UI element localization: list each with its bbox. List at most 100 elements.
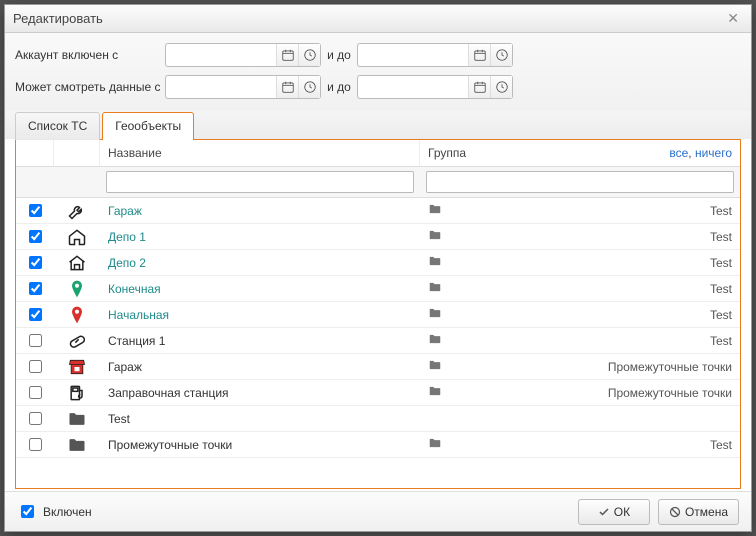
row-name: Заправочная станция bbox=[100, 386, 420, 400]
account-to-group bbox=[357, 43, 513, 67]
row-group: Test bbox=[420, 280, 740, 297]
table-row[interactable]: Промежуточные точкиTest bbox=[16, 432, 740, 458]
account-to-label: и до bbox=[321, 48, 357, 62]
filter-name-input[interactable] bbox=[106, 171, 414, 193]
data-from-input[interactable] bbox=[166, 76, 276, 98]
folder-icon bbox=[428, 358, 442, 375]
table-row[interactable]: ГаражTest bbox=[16, 198, 740, 224]
close-icon[interactable]: ✕ bbox=[723, 8, 743, 29]
account-to-input[interactable] bbox=[358, 44, 468, 66]
tab-geoobjects[interactable]: Геообъекты bbox=[102, 112, 194, 140]
calendar-icon[interactable] bbox=[468, 44, 490, 66]
row-name: Начальная bbox=[100, 308, 420, 322]
row-name: Промежуточные точки bbox=[100, 438, 420, 452]
row-checkbox[interactable] bbox=[29, 334, 42, 347]
filter-group-input[interactable] bbox=[426, 171, 734, 193]
tab-list-ts[interactable]: Список ТС bbox=[15, 112, 100, 140]
calendar-icon[interactable] bbox=[468, 76, 490, 98]
enabled-label[interactable]: Включен bbox=[43, 505, 92, 519]
data-to-group bbox=[357, 75, 513, 99]
row-group: Промежуточные точки bbox=[420, 358, 740, 375]
row-name: Станция 1 bbox=[100, 334, 420, 348]
folder-icon bbox=[428, 254, 442, 271]
enabled-checkbox[interactable] bbox=[21, 505, 34, 518]
table-row[interactable]: Заправочная станцияПромежуточные точки bbox=[16, 380, 740, 406]
clock-icon[interactable] bbox=[490, 44, 512, 66]
row-checkbox[interactable] bbox=[29, 308, 42, 321]
titlebar: Редактировать ✕ bbox=[5, 5, 751, 33]
folder-icon bbox=[428, 202, 442, 219]
folder-icon bbox=[428, 436, 442, 453]
pill-icon bbox=[54, 331, 100, 351]
store-icon bbox=[54, 357, 100, 377]
table-row[interactable]: НачальнаяTest bbox=[16, 302, 740, 328]
data-to-input[interactable] bbox=[358, 76, 468, 98]
folder-icon bbox=[428, 228, 442, 245]
row-name: Гараж bbox=[100, 360, 420, 374]
account-from-group bbox=[165, 43, 321, 67]
row-checkbox[interactable] bbox=[29, 204, 42, 217]
folder-icon bbox=[428, 384, 442, 401]
data-to-label: и до bbox=[321, 80, 357, 94]
pin-r-icon bbox=[54, 305, 100, 325]
home-icon bbox=[54, 227, 100, 247]
row-checkbox[interactable] bbox=[29, 412, 42, 425]
folder-icon bbox=[428, 280, 442, 297]
folder-icon bbox=[428, 306, 442, 323]
row-name: Гараж bbox=[100, 204, 420, 218]
row-checkbox[interactable] bbox=[29, 256, 42, 269]
clock-icon[interactable] bbox=[490, 76, 512, 98]
row-group: Test bbox=[420, 436, 740, 453]
ok-button[interactable]: ОК bbox=[578, 499, 650, 525]
row-name: Депо 1 bbox=[100, 230, 420, 244]
row-checkbox[interactable] bbox=[29, 282, 42, 295]
pin-g-icon bbox=[54, 279, 100, 299]
row-checkbox[interactable] bbox=[29, 230, 42, 243]
row-group: Test bbox=[420, 306, 740, 323]
fuel-icon bbox=[54, 383, 100, 403]
dialog-title: Редактировать bbox=[13, 11, 103, 26]
table-row[interactable]: ГаражПромежуточные точки bbox=[16, 354, 740, 380]
select-all-link[interactable]: все bbox=[669, 146, 688, 160]
row-checkbox[interactable] bbox=[29, 360, 42, 373]
footer: Включен ОК Отмена bbox=[5, 491, 751, 531]
folder-icon bbox=[54, 409, 100, 429]
select-none-link[interactable]: ничего bbox=[695, 146, 732, 160]
wrench-icon bbox=[54, 201, 100, 221]
account-from-label: Аккаунт включен с bbox=[15, 48, 165, 62]
table-row[interactable]: Станция 1Test bbox=[16, 328, 740, 354]
row-name: Депо 2 bbox=[100, 256, 420, 270]
table-row[interactable]: КонечнаяTest bbox=[16, 276, 740, 302]
tabs: Список ТС Геообъекты bbox=[5, 111, 751, 139]
data-from-group bbox=[165, 75, 321, 99]
row-name: Конечная bbox=[100, 282, 420, 296]
row-checkbox[interactable] bbox=[29, 438, 42, 451]
table-row[interactable]: Test bbox=[16, 406, 740, 432]
clock-icon[interactable] bbox=[298, 76, 320, 98]
grid-body[interactable]: ГаражTestДепо 1TestДепо 2TestКонечнаяTes… bbox=[16, 198, 740, 488]
row-group: Test bbox=[420, 228, 740, 245]
row-group: Test bbox=[420, 254, 740, 271]
row-name: Test bbox=[100, 412, 420, 426]
account-from-input[interactable] bbox=[166, 44, 276, 66]
folder-icon bbox=[428, 332, 442, 349]
row-group: Test bbox=[420, 332, 740, 349]
table-row[interactable]: Депо 1Test bbox=[16, 224, 740, 250]
date-section: Аккаунт включен с и до Может смотреть да… bbox=[5, 33, 751, 111]
calendar-icon[interactable] bbox=[276, 76, 298, 98]
tab-panel-geoobjects: Название Группа все, ничего ГаражTestДеп… bbox=[15, 139, 741, 489]
filter-row bbox=[16, 167, 740, 198]
clock-icon[interactable] bbox=[298, 44, 320, 66]
column-name[interactable]: Название bbox=[100, 140, 420, 166]
data-from-label: Может смотреть данные с bbox=[15, 80, 165, 94]
calendar-icon[interactable] bbox=[276, 44, 298, 66]
column-group[interactable]: Группа все, ничего bbox=[420, 140, 740, 166]
row-checkbox[interactable] bbox=[29, 386, 42, 399]
cancel-button[interactable]: Отмена bbox=[658, 499, 739, 525]
row-group: Промежуточные точки bbox=[420, 384, 740, 401]
table-row[interactable]: Депо 2Test bbox=[16, 250, 740, 276]
row-group: Test bbox=[420, 202, 740, 219]
selectors: все, ничего bbox=[669, 146, 732, 160]
edit-dialog: Редактировать ✕ Аккаунт включен с и до bbox=[4, 4, 752, 532]
folder-icon bbox=[54, 435, 100, 455]
